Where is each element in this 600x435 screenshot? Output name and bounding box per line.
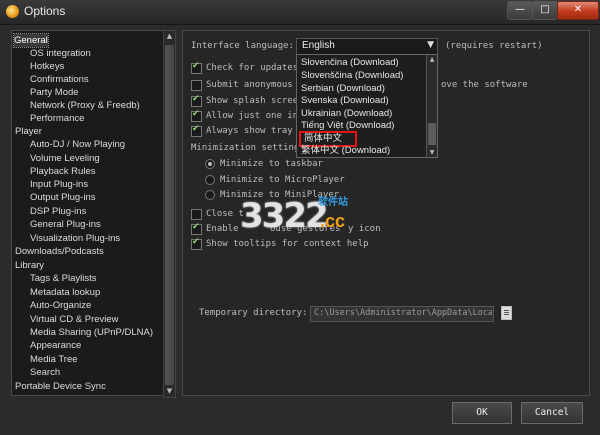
tree-item-search[interactable]: Search <box>30 366 60 379</box>
minimize-to-taskbar-label: Minimize to taskbar <box>220 159 323 169</box>
tree-item-dsp-plugins[interactable]: DSP Plug-ins <box>30 205 86 218</box>
dropdown-scrollbar[interactable]: ▲ ▼ <box>426 55 437 157</box>
close-to-tray-label: Close t <box>206 209 244 219</box>
submit-anonymous-checkbox[interactable] <box>191 80 202 91</box>
enable-mouse-gestures-label-tail: y icon <box>348 224 381 234</box>
language-option[interactable]: Serbian (Download) <box>301 83 385 95</box>
tree-item-input-plugins[interactable]: Input Plug-ins <box>30 178 88 191</box>
allow-one-instance-label: Allow just one ins <box>206 111 304 121</box>
minimize-to-microplayer-label: Minimize to MicroPlayer <box>220 175 345 185</box>
minimize-button[interactable]: — <box>507 1 533 20</box>
tree-item-network[interactable]: Network (Proxy & Freedb) <box>30 99 140 112</box>
check-for-updates-checkbox[interactable] <box>191 61 202 74</box>
minimize-to-microplayer-radio[interactable] <box>205 175 215 185</box>
tree-item-portable-device-sync[interactable]: Portable Device Sync <box>15 380 106 393</box>
tree-item-library[interactable]: Library <box>15 259 44 272</box>
show-splash-label: Show splash screen <box>206 96 304 106</box>
cancel-button[interactable]: Cancel <box>521 402 583 424</box>
tree-item-os-integration[interactable]: OS integration <box>30 47 91 60</box>
browse-folder-icon[interactable] <box>501 306 512 320</box>
app-icon <box>6 5 19 18</box>
submit-anonymous-label-tail: ove the software <box>441 80 528 90</box>
enable-mouse-gestures-checkbox[interactable] <box>191 222 202 235</box>
close-to-tray-checkbox[interactable] <box>191 209 202 220</box>
chevron-down-icon: ▼ <box>427 40 434 50</box>
tree-item-playback-rules[interactable]: Playback Rules <box>30 165 95 178</box>
minimize-to-miniplayer-label: Minimize to MiniPlayer <box>220 190 340 200</box>
always-show-tray-checkbox[interactable] <box>191 124 202 137</box>
tree-item-tags-playlists[interactable]: Tags & Playlists <box>30 272 97 285</box>
dropdown-scroll-down-icon[interactable]: ▼ <box>427 149 437 156</box>
tree-item-volume-leveling[interactable]: Volume Leveling <box>30 152 100 165</box>
show-splash-checkbox[interactable] <box>191 94 202 107</box>
title-bar: Options — □ ✕ <box>0 0 600 25</box>
temporary-directory-field[interactable]: C:\Users\Administrator\AppData\Local\Tem… <box>310 306 494 322</box>
tree-item-general-plugins[interactable]: General Plug-ins <box>30 218 101 231</box>
dropdown-scroll-up-icon[interactable]: ▲ <box>427 56 437 63</box>
maximize-button[interactable]: □ <box>532 1 558 20</box>
enable-mouse-gestures-label-mid: ouse gestures <box>270 224 341 234</box>
submit-anonymous-label: Submit anonymous u <box>206 80 304 90</box>
interface-language-select[interactable]: English ▼ <box>296 38 438 55</box>
tree-item-visualization-plugins[interactable]: Visualization Plug-ins <box>30 232 120 245</box>
tree-item-output-plugins[interactable]: Output Plug-ins <box>30 191 95 204</box>
tree-item-performance[interactable]: Performance <box>30 112 84 125</box>
language-option[interactable]: Slovenčina (Download) <box>301 57 399 69</box>
tree-item-player[interactable]: Player <box>15 125 42 138</box>
tree-item-virtual-cd[interactable]: Virtual CD & Preview <box>30 313 119 326</box>
tree-item-auto-organize[interactable]: Auto-Organize <box>30 299 91 312</box>
temporary-directory-value: C:\Users\Administrator\AppData\Local\Tem… <box>314 308 492 318</box>
tree-item-downloads-podcasts[interactable]: Downloads/Podcasts <box>15 245 104 258</box>
language-option[interactable]: Slovenščina (Download) <box>301 70 403 82</box>
allow-one-instance-checkbox[interactable] <box>191 109 202 122</box>
language-option[interactable]: Svenska (Download) <box>301 95 389 107</box>
show-tooltips-checkbox[interactable] <box>191 237 202 250</box>
scroll-down-arrow-icon[interactable]: ▼ <box>164 386 175 397</box>
interface-language-label: Interface language: <box>191 41 294 51</box>
language-option[interactable]: 繁体中文 (Download) <box>301 145 390 157</box>
tree-item-hotkeys[interactable]: Hotkeys <box>30 60 64 73</box>
tree-item-metadata-lookup[interactable]: Metadata lookup <box>30 286 100 299</box>
language-dropdown-list[interactable]: Slovenčina (Download) Slovenščina (Downl… <box>296 54 438 158</box>
scroll-up-arrow-icon[interactable]: ▲ <box>164 31 175 42</box>
scrollbar-thumb[interactable] <box>165 45 174 385</box>
tree-item-general[interactable]: General <box>13 33 49 48</box>
show-tooltips-label: Show tooltips for context help <box>206 239 369 249</box>
language-selected-value: English <box>302 40 335 51</box>
tree-item-party-mode[interactable]: Party Mode <box>30 86 79 99</box>
tree-item-auto-dj[interactable]: Auto-DJ / Now Playing <box>30 138 125 151</box>
options-category-tree[interactable]: General OS integration Hotkeys Confirmat… <box>11 30 165 396</box>
temporary-directory-label: Temporary directory: <box>199 308 308 318</box>
always-show-tray-label: Always show tray i <box>206 126 304 136</box>
ok-button[interactable]: OK <box>452 402 512 424</box>
window-title: Options <box>24 4 66 18</box>
language-option[interactable]: Ukrainian (Download) <box>301 108 392 120</box>
sidebar-scrollbar[interactable]: ▲ ▼ <box>163 30 176 398</box>
requires-restart-note: (requires restart) <box>445 41 543 51</box>
minimize-to-miniplayer-radio[interactable] <box>205 190 215 200</box>
enable-mouse-gestures-label: Enable <box>206 224 239 234</box>
tree-item-appearance[interactable]: Appearance <box>30 339 81 352</box>
tree-item-media-tree[interactable]: Media Tree <box>30 353 78 366</box>
dropdown-scroll-thumb[interactable] <box>428 123 436 145</box>
tree-item-media-sharing[interactable]: Media Sharing (UPnP/DLNA) <box>30 326 153 339</box>
minimization-settings-heading: Minimization settings <box>191 143 305 153</box>
check-for-updates-label: Check for updates <box>206 63 299 73</box>
close-button[interactable]: ✕ <box>557 1 599 20</box>
minimize-to-taskbar-radio[interactable] <box>205 159 215 169</box>
tree-item-confirmations[interactable]: Confirmations <box>30 73 89 86</box>
